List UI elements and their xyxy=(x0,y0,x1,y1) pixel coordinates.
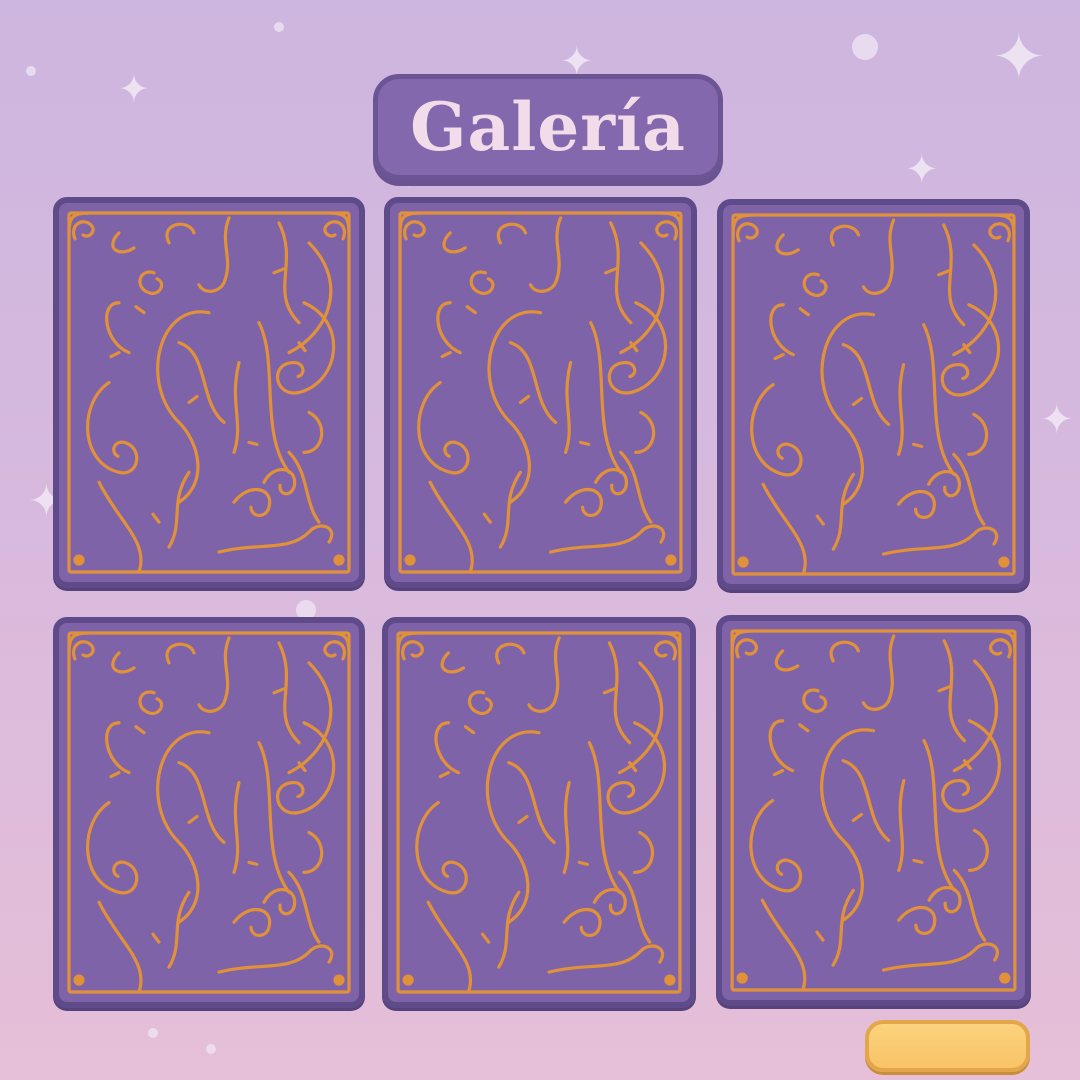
card-back[interactable] xyxy=(716,615,1031,1006)
title-plate: Galería xyxy=(373,74,723,180)
background-dot xyxy=(852,34,878,60)
card-back[interactable] xyxy=(53,617,365,1008)
card-back-ornament xyxy=(722,621,1025,1000)
sparkle-icon: ✦ xyxy=(118,67,150,111)
card-back-ornament xyxy=(59,203,359,582)
background-dot xyxy=(274,22,284,32)
card-back-ornament xyxy=(390,203,691,582)
card-back-ornament xyxy=(723,205,1024,584)
background-dot xyxy=(148,1028,158,1038)
sparkle-icon: ✦ xyxy=(905,147,939,193)
card-back-ornament xyxy=(388,623,690,1002)
card-back[interactable] xyxy=(717,199,1030,590)
page-title: Galería xyxy=(410,88,686,166)
card-back[interactable] xyxy=(53,197,365,588)
sparkle-icon: ✦ xyxy=(992,21,1046,95)
background-dot xyxy=(206,1044,216,1054)
card-back[interactable] xyxy=(382,617,696,1008)
sparkle-icon: ✦ xyxy=(1040,397,1074,443)
card-back-ornament xyxy=(59,623,359,1002)
next-button[interactable] xyxy=(865,1020,1030,1072)
background-dot xyxy=(26,66,36,76)
card-back[interactable] xyxy=(384,197,697,588)
